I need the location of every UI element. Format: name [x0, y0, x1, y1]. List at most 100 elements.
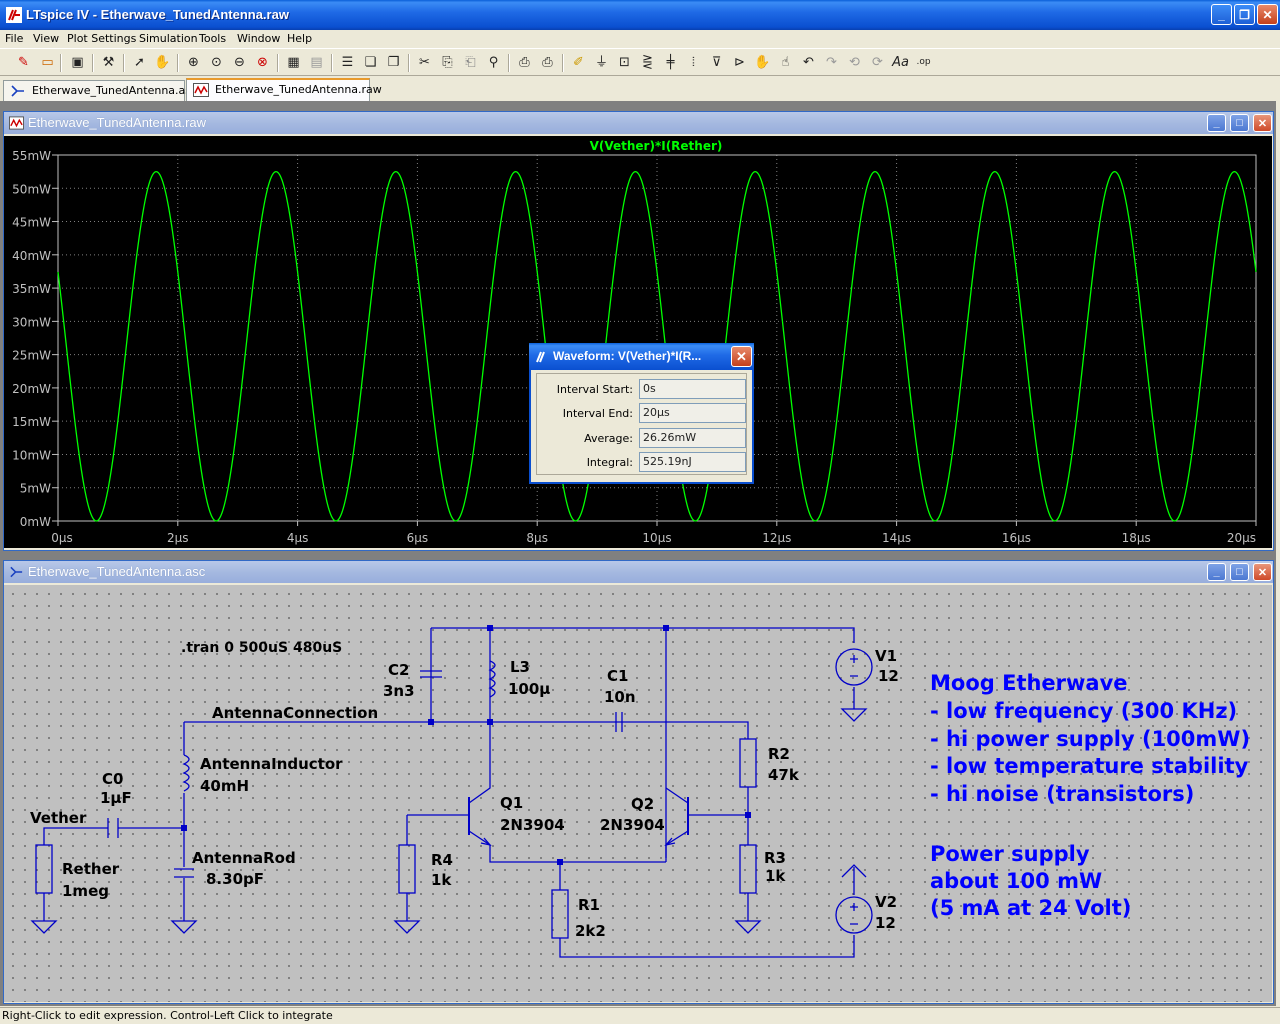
comment-line[interactable]: - low frequency (300 KHz)	[930, 699, 1237, 723]
menu-view[interactable]: View	[33, 30, 59, 48]
schematic-window-title-bar[interactable]: Etherwave_TunedAntenna.asc _ □ ✕	[4, 561, 1273, 583]
c2-name[interactable]: C2	[388, 661, 409, 679]
print-icon[interactable]: ⎙	[538, 53, 557, 72]
resistor-r4-symbol[interactable]	[398, 844, 416, 894]
undo-icon[interactable]: ↶	[799, 53, 818, 72]
integral-field[interactable]: 525.19nJ	[639, 452, 746, 472]
cut-icon[interactable]: ✂	[415, 53, 434, 72]
copy-icon[interactable]: ⎘	[438, 53, 457, 72]
net-label-vether[interactable]: Vether	[30, 809, 87, 827]
voltage-source-v2-symbol[interactable]	[835, 896, 873, 934]
dialog-title-bar[interactable]: Waveform: V(Vether)*I(R... ✕	[529, 343, 754, 370]
r1-value[interactable]: 2k2	[575, 922, 606, 940]
average-field[interactable]: 26.26mW	[639, 428, 746, 448]
c0-name[interactable]: C0	[102, 770, 123, 788]
tab-schematic[interactable]: Etherwave_TunedAntenna.asc	[3, 80, 197, 101]
antenna-inductor-value[interactable]: 40mH	[200, 777, 249, 795]
open-schematic-icon[interactable]: ✎	[14, 53, 33, 72]
open-folder-icon[interactable]: ▭	[38, 53, 57, 72]
dialog-close-button[interactable]: ✕	[731, 346, 752, 367]
save-icon[interactable]: ▣	[68, 53, 87, 72]
comment-line[interactable]: - hi power supply (100mW)	[930, 727, 1250, 751]
rether-name[interactable]: Rether	[62, 860, 120, 878]
mirror-icon[interactable]: ⟳	[868, 53, 887, 72]
menu-help[interactable]: Help	[287, 30, 312, 48]
spice-directive[interactable]: .tran 0 500uS 480uS	[181, 640, 342, 656]
tile-horizontal-icon[interactable]: ☰	[338, 53, 357, 72]
r3-value[interactable]: 1k	[765, 867, 786, 885]
rether-value[interactable]: 1meg	[62, 882, 109, 900]
q2-name[interactable]: Q2	[631, 795, 654, 813]
comment-line[interactable]: Moog Etherwave	[930, 671, 1128, 695]
text-icon[interactable]: Aa	[891, 53, 910, 72]
schematic-canvas[interactable]: .tran 0 500uS 480uS AntennaConnection Ve…	[4, 585, 1272, 1002]
menu-plot-settings[interactable]: Plot Settings	[67, 30, 136, 48]
schematic-drawing[interactable]: .tran 0 500uS 480uS AntennaConnection Ve…	[4, 585, 1272, 1002]
restore-button[interactable]: ❐	[1234, 4, 1255, 25]
wire[interactable]	[559, 862, 855, 958]
waveform-chart[interactable]: 0mW 5mW 10mW 15mW 20mW 25mW 30mW 35mW 40mW 45mW 50…	[4, 136, 1272, 548]
l3-name[interactable]: L3	[510, 658, 530, 676]
paste-icon[interactable]: ⎗	[461, 53, 480, 72]
minimize-button[interactable]: _	[1207, 114, 1226, 132]
antenna-rod-name[interactable]: AntennaRod	[192, 849, 296, 867]
run-icon[interactable]: ➚	[130, 53, 149, 72]
antenna-rod-value[interactable]: 8.30pF	[206, 870, 264, 888]
menu-window[interactable]: Window	[237, 30, 280, 48]
wire[interactable]	[468, 722, 491, 804]
print-preview-icon[interactable]: ⎙	[515, 53, 534, 72]
trace-label[interactable]: V(Vether)*I(Rether)	[590, 139, 723, 153]
ground-icon[interactable]: ⏚	[592, 53, 611, 72]
autorange-icon[interactable]: ▦	[284, 53, 303, 72]
app-title-bar[interactable]: LTspice IV - Etherwave_TunedAntenna.raw …	[0, 0, 1280, 30]
capacitor-icon[interactable]: ╪	[661, 53, 680, 72]
r1-name[interactable]: R1	[578, 896, 600, 914]
q1-model[interactable]: 2N3904	[500, 816, 565, 834]
c1-name[interactable]: C1	[607, 667, 628, 685]
menu-file[interactable]: File	[5, 30, 23, 48]
resistor-r2-symbol[interactable]	[739, 738, 757, 788]
diode-icon[interactable]: ⊽	[707, 53, 726, 72]
close-button[interactable]: ✕	[1253, 114, 1272, 132]
v2-name[interactable]: V2	[875, 893, 897, 911]
maximize-button[interactable]: □	[1230, 114, 1249, 132]
close-button[interactable]: ✕	[1257, 4, 1278, 25]
inductor-l3-symbol[interactable]	[488, 660, 496, 698]
minimize-button[interactable]: _	[1211, 4, 1232, 25]
resistor-r3-symbol[interactable]	[739, 844, 757, 894]
minimize-button[interactable]: _	[1207, 563, 1226, 581]
interval-start-field[interactable]: 0s	[639, 379, 746, 399]
c1-value[interactable]: 10n	[604, 688, 636, 706]
draw-wire-icon[interactable]: ✐	[569, 53, 588, 72]
maximize-button[interactable]: □	[1230, 563, 1249, 581]
rotate-icon[interactable]: ⟲	[845, 53, 864, 72]
spice-directive-icon[interactable]: .op	[914, 53, 933, 72]
find-icon[interactable]: ⚲	[484, 53, 503, 72]
r4-value[interactable]: 1k	[431, 871, 452, 889]
waveform-plot[interactable]: 0mW 5mW 10mW 15mW 20mW 25mW 30mW 35mW 40mW 45mW 50…	[4, 136, 1272, 548]
component-icon[interactable]: ⊳	[730, 53, 749, 72]
wire[interactable]	[665, 787, 689, 804]
resistor-rether-symbol[interactable]	[35, 844, 53, 894]
capacitor-antennarod-symbol[interactable]	[174, 868, 194, 878]
r4-name[interactable]: R4	[431, 851, 453, 869]
wire[interactable]	[43, 827, 184, 845]
comment-line[interactable]: (5 mA at 24 Volt)	[930, 896, 1131, 920]
v1-name[interactable]: V1	[875, 647, 897, 665]
menu-tools[interactable]: Tools	[199, 30, 226, 48]
voltage-source-v1-symbol[interactable]	[835, 648, 873, 686]
zoom-fit-icon[interactable]: ⊗	[253, 53, 272, 72]
net-label-antenna[interactable]: AntennaConnection	[212, 704, 378, 722]
halt-icon[interactable]: ✋	[153, 53, 172, 72]
inductor-antenna-symbol[interactable]	[182, 754, 190, 792]
wire[interactable]	[184, 721, 749, 739]
comment-line[interactable]: Power supply	[930, 842, 1090, 866]
tab-waveform[interactable]: Etherwave_TunedAntenna.raw	[186, 78, 382, 101]
pan-icon[interactable]: ⊙	[207, 53, 226, 72]
c0-value[interactable]: 1µF	[100, 789, 132, 807]
c2-value[interactable]: 3n3	[383, 682, 415, 700]
manual-limits-icon[interactable]: ▤	[307, 53, 326, 72]
close-button[interactable]: ✕	[1253, 563, 1272, 581]
r2-value[interactable]: 47k	[768, 766, 800, 784]
resistor-icon[interactable]: ⋛	[638, 53, 657, 72]
